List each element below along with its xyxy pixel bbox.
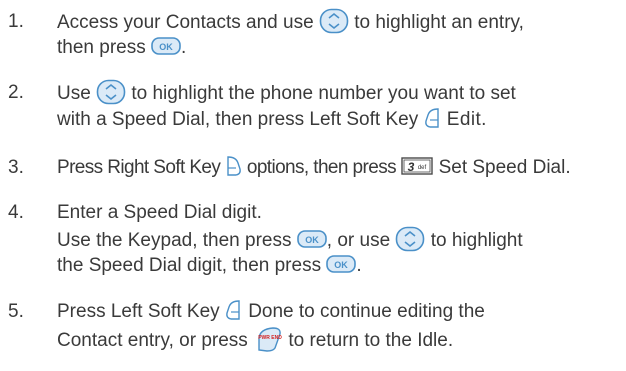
step-text: to highlight	[430, 230, 523, 252]
navigation-key-icon	[395, 226, 425, 252]
left-soft-key-icon	[225, 299, 243, 321]
step-number: 1.	[8, 11, 24, 32]
ok-key-icon: OK	[326, 254, 357, 274]
step-text: Contact entry, or press	[57, 330, 248, 352]
step-text: Set Speed Dial.	[438, 157, 571, 178]
svg-text:3: 3	[408, 160, 415, 174]
svg-text:OK: OK	[159, 42, 173, 52]
step-text: to return to the Idle.	[288, 330, 454, 352]
step-text: Press Right Soft Key	[57, 157, 221, 178]
instruction-list: 1. Access your Contacts and use to highl…	[0, 0, 626, 371]
step-text: Press Left Soft Key	[57, 301, 220, 322]
step-number: 2.	[8, 82, 24, 103]
ok-key-icon: OK	[151, 36, 181, 56]
step-text: Access your Contacts and use	[57, 12, 314, 34]
step-text: to highlight an entry,	[354, 12, 524, 34]
step-number: 4.	[8, 202, 24, 223]
ok-key-icon: OK	[296, 229, 327, 249]
step-text: to highlight the phone number you want t…	[131, 83, 516, 105]
step-text: .	[356, 255, 362, 276]
key-3-def-icon: 3 def	[401, 157, 433, 175]
end-power-key-icon: PWR END	[253, 326, 283, 352]
step-text: options, then press	[246, 157, 397, 178]
right-soft-key-icon	[226, 155, 242, 177]
svg-text:PWR END: PWR END	[258, 335, 282, 341]
step-text: then press	[232, 255, 322, 276]
svg-text:OK: OK	[305, 235, 319, 245]
step-text: then press	[202, 230, 292, 252]
step-text: Use	[57, 83, 91, 105]
step-text: .	[181, 37, 187, 58]
step-text: Done to continue editing the	[248, 301, 485, 322]
step-number: 3.	[8, 157, 24, 178]
left-soft-key-icon	[424, 107, 442, 129]
navigation-key-icon	[319, 8, 349, 34]
step-number: 5.	[8, 301, 24, 322]
step-text: Enter a Speed Dial digit.	[57, 202, 262, 223]
svg-text:OK: OK	[335, 260, 349, 270]
step-text: Use the Keypad,	[57, 230, 198, 252]
step-text: then press	[57, 37, 146, 58]
step-text: .	[481, 109, 487, 130]
step-text: the Speed Dial digit,	[57, 255, 228, 276]
svg-text:def: def	[418, 165, 427, 171]
navigation-key-icon	[96, 79, 126, 105]
step-text: , or use	[326, 230, 391, 252]
step-text: Edit	[446, 109, 482, 130]
step-text: with a Speed Dial, then press Left Soft …	[57, 109, 419, 130]
